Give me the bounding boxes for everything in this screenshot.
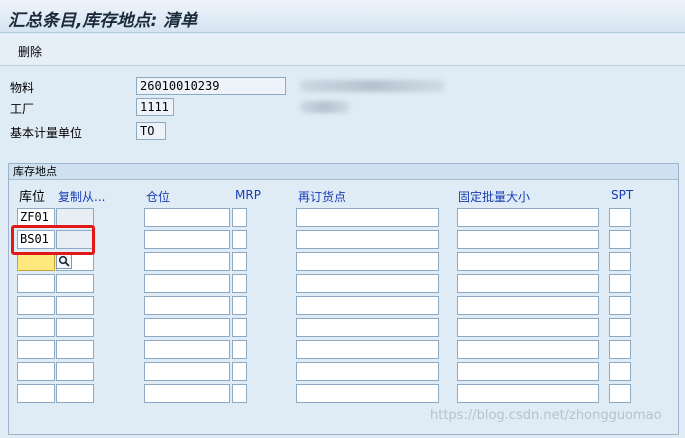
table-cell-spt[interactable] — [609, 208, 631, 227]
table-cell-copy[interactable] — [56, 208, 94, 227]
table-cell-sloc[interactable] — [17, 274, 55, 293]
table-cell-rop[interactable] — [296, 384, 439, 403]
storage-location-group: 库存地点 库位 复制从... 仓位 MRP 再订货点 固定批量大小 SPT ZF… — [8, 163, 679, 435]
table-cell-wh[interactable] — [144, 318, 230, 337]
watermark: https://blog.csdn.net/zhongguomao — [430, 408, 662, 423]
material-description-redacted — [300, 80, 445, 92]
table-cell-spt[interactable] — [609, 384, 631, 403]
table-cell-lot[interactable] — [457, 384, 599, 403]
table-cell-sloc[interactable]: ZF01 — [17, 208, 55, 227]
material-label: 物料 — [10, 81, 35, 95]
search-help-button[interactable] — [56, 253, 72, 269]
table-cell-mrp[interactable] — [232, 384, 247, 403]
table-cell-copy[interactable] — [56, 274, 94, 293]
table-cell-rop[interactable] — [296, 208, 439, 227]
table-cell-sloc[interactable] — [17, 340, 55, 359]
table-cell-spt[interactable] — [609, 318, 631, 337]
table-cell-lot[interactable] — [457, 208, 599, 227]
table-cell-spt[interactable] — [609, 230, 631, 249]
table-cell-lot[interactable] — [457, 296, 599, 315]
table-cell-mrp[interactable] — [232, 362, 247, 381]
table-cell-copy[interactable] — [56, 318, 94, 337]
table-cell-copy[interactable] — [56, 384, 94, 403]
table-cell-lot[interactable] — [457, 230, 599, 249]
table-cell-wh[interactable] — [144, 274, 230, 293]
column-header-spt[interactable]: SPT — [611, 188, 633, 202]
table-cell-spt[interactable] — [609, 362, 631, 381]
table-cell-copy[interactable] — [56, 340, 94, 359]
table-cell-wh[interactable] — [144, 208, 230, 227]
magnifier-icon — [58, 255, 70, 267]
table-cell-copy[interactable] — [56, 362, 94, 381]
group-title: 库存地点 — [9, 164, 678, 180]
table-cell-rop[interactable] — [296, 318, 439, 337]
window-title: 汇总条目,库存地点: 清单 — [8, 11, 198, 31]
plant-label: 工厂 — [10, 102, 35, 116]
table-cell-mrp[interactable] — [232, 274, 247, 293]
delete-button[interactable]: 删除 — [14, 42, 46, 61]
table-cell-wh[interactable] — [144, 252, 230, 271]
table-cell-rop[interactable] — [296, 230, 439, 249]
table-cell-sloc[interactable] — [17, 296, 55, 315]
table-cell-lot[interactable] — [457, 362, 599, 381]
table-cell-sloc[interactable] — [17, 362, 55, 381]
table-cell-lot[interactable] — [457, 318, 599, 337]
column-header-copy-from[interactable]: 复制从... — [58, 188, 105, 205]
table-cell-lot[interactable] — [457, 340, 599, 359]
column-header-reorder-point[interactable]: 再订货点 — [298, 188, 346, 205]
column-header-fixed-lot[interactable]: 固定批量大小 — [458, 188, 530, 205]
column-header-mrp[interactable]: MRP — [235, 188, 261, 202]
table-cell-spt[interactable] — [609, 296, 631, 315]
table-cell-mrp[interactable] — [232, 318, 247, 337]
table-cell-mrp[interactable] — [232, 208, 247, 227]
uom-field[interactable]: TO — [136, 122, 166, 140]
table-cell-sloc[interactable] — [17, 252, 55, 271]
table-cell-rop[interactable] — [296, 340, 439, 359]
plant-field[interactable]: 1111 — [136, 98, 174, 116]
material-field[interactable]: 26010010239 — [136, 77, 286, 95]
table-cell-rop[interactable] — [296, 296, 439, 315]
table-cell-spt[interactable] — [609, 340, 631, 359]
title-bar: 汇总条目,库存地点: 清单 — [0, 0, 685, 33]
table-cell-sloc[interactable]: BS01 — [17, 230, 55, 249]
table-cell-copy[interactable] — [56, 230, 94, 249]
table-cell-lot[interactable] — [457, 252, 599, 271]
table-cell-wh[interactable] — [144, 362, 230, 381]
table-cell-wh[interactable] — [144, 230, 230, 249]
table-cell-sloc[interactable] — [17, 318, 55, 337]
table-cell-copy[interactable] — [56, 296, 94, 315]
table-cell-spt[interactable] — [609, 274, 631, 293]
table-cell-mrp[interactable] — [232, 230, 247, 249]
column-header-sloc: 库位 — [19, 190, 46, 205]
column-header-warehouse[interactable]: 仓位 — [146, 188, 170, 205]
table-cell-sloc[interactable] — [17, 384, 55, 403]
table-cell-spt[interactable] — [609, 252, 631, 271]
toolbar: 删除 — [0, 34, 685, 66]
table-cell-wh[interactable] — [144, 296, 230, 315]
header-section: 物料 26010010239 工厂 1111 基本计量单位 TO — [0, 67, 685, 162]
table-cell-rop[interactable] — [296, 362, 439, 381]
table-cell-lot[interactable] — [457, 274, 599, 293]
plant-description-redacted — [300, 101, 350, 113]
table-cell-wh[interactable] — [144, 340, 230, 359]
uom-label: 基本计量单位 — [10, 126, 83, 140]
table-cell-mrp[interactable] — [232, 252, 247, 271]
table-cell-rop[interactable] — [296, 252, 439, 271]
table-cell-mrp[interactable] — [232, 340, 247, 359]
table-cell-rop[interactable] — [296, 274, 439, 293]
table-cell-wh[interactable] — [144, 384, 230, 403]
table-cell-mrp[interactable] — [232, 296, 247, 315]
